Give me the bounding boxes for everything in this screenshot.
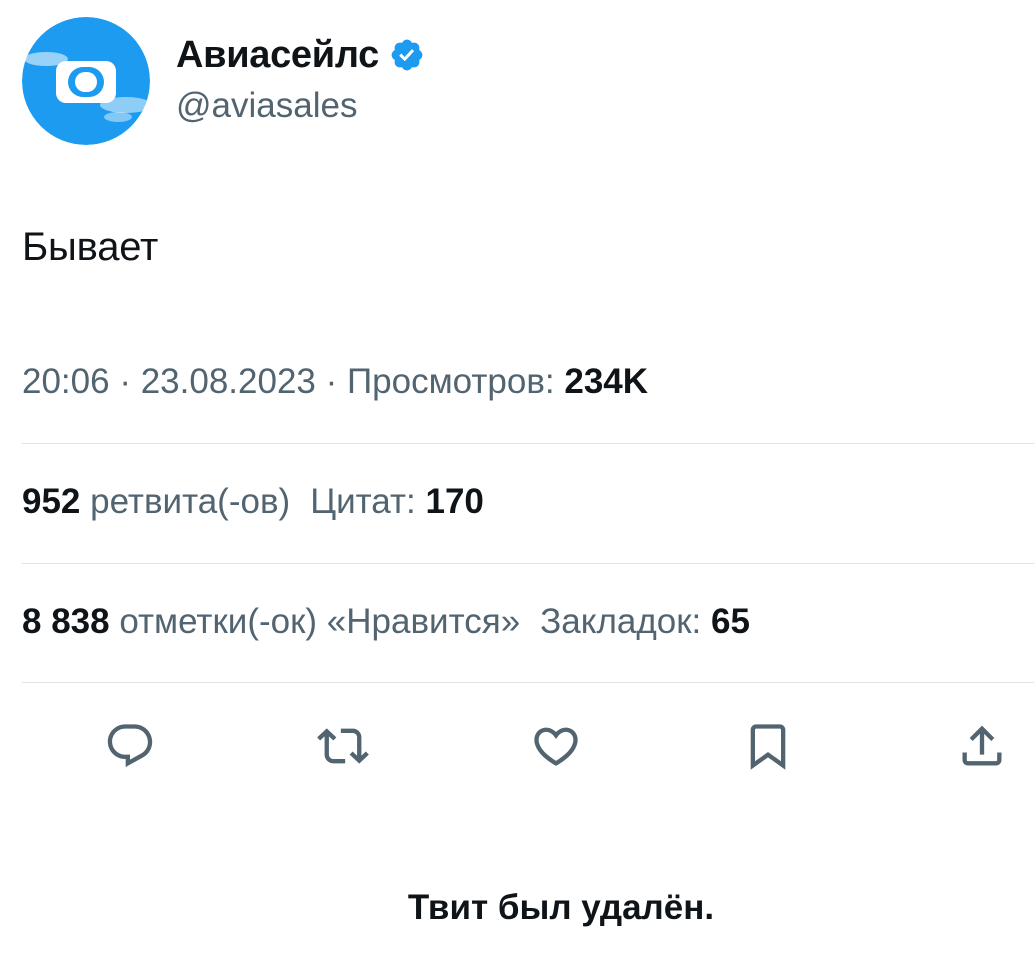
share-icon	[956, 720, 1008, 777]
bookmark-icon	[742, 720, 794, 777]
quotes-stat[interactable]: Цитат: 170	[310, 482, 484, 521]
tweet-date[interactable]: 23.08.2023	[141, 362, 316, 401]
share-button[interactable]	[952, 718, 1012, 778]
like-icon	[530, 720, 582, 777]
retweet-quote-stats: 952 ретвита(-ов) Цитат: 170	[22, 482, 484, 522]
likes-count: 8 838	[22, 602, 110, 641]
meta-separator: ·	[119, 362, 131, 401]
tweet-text: Бывает	[22, 225, 159, 269]
aviasales-logo-icon	[22, 17, 150, 145]
retweets-stat[interactable]: 952 ретвита(-ов)	[22, 482, 290, 521]
retweet-button[interactable]	[313, 718, 373, 778]
tweet-time[interactable]: 20:06	[22, 362, 110, 401]
like-button[interactable]	[526, 718, 586, 778]
bookmark-button[interactable]	[738, 718, 798, 778]
divider	[22, 563, 1034, 564]
tweet-deleted-notice: Твит был удалён.	[407, 888, 715, 927]
like-bookmark-stats: 8 838 отметки(-ок) «Нравится» Закладок: 6…	[22, 602, 750, 642]
tweet-actions	[0, 718, 1034, 778]
views-label: Просмотров:	[347, 362, 555, 401]
bookmarks-stat[interactable]: Закладок: 65	[540, 602, 750, 641]
meta-separator: ·	[325, 362, 338, 401]
likes-stat[interactable]: 8 838 отметки(-ок) «Нравится»	[22, 602, 520, 641]
reply-icon	[104, 720, 156, 777]
verified-badge-icon[interactable]	[389, 37, 425, 73]
divider	[22, 443, 1034, 444]
quotes-count: 170	[425, 482, 484, 521]
quotes-label: Цитат:	[310, 482, 416, 521]
views-count: 234K	[564, 362, 649, 401]
tweet-meta: 20:06 · 23.08.2023 · Просмотров: 234K	[22, 362, 648, 402]
bookmarks-count: 65	[711, 602, 750, 641]
reply-button[interactable]	[100, 718, 160, 778]
retweets-count: 952	[22, 482, 81, 521]
likes-label: отметки(-ок) «Нравится»	[119, 602, 521, 641]
author-name-row[interactable]: Авиасейлс	[176, 30, 425, 80]
bookmarks-label: Закладок:	[540, 602, 702, 641]
retweets-label: ретвита(-ов)	[90, 482, 291, 521]
avatar[interactable]	[22, 17, 150, 145]
author-handle[interactable]: @aviasales	[176, 86, 357, 126]
retweet-icon	[317, 720, 369, 777]
author-display-name[interactable]: Авиасейлс	[176, 34, 379, 77]
divider	[22, 682, 1034, 683]
